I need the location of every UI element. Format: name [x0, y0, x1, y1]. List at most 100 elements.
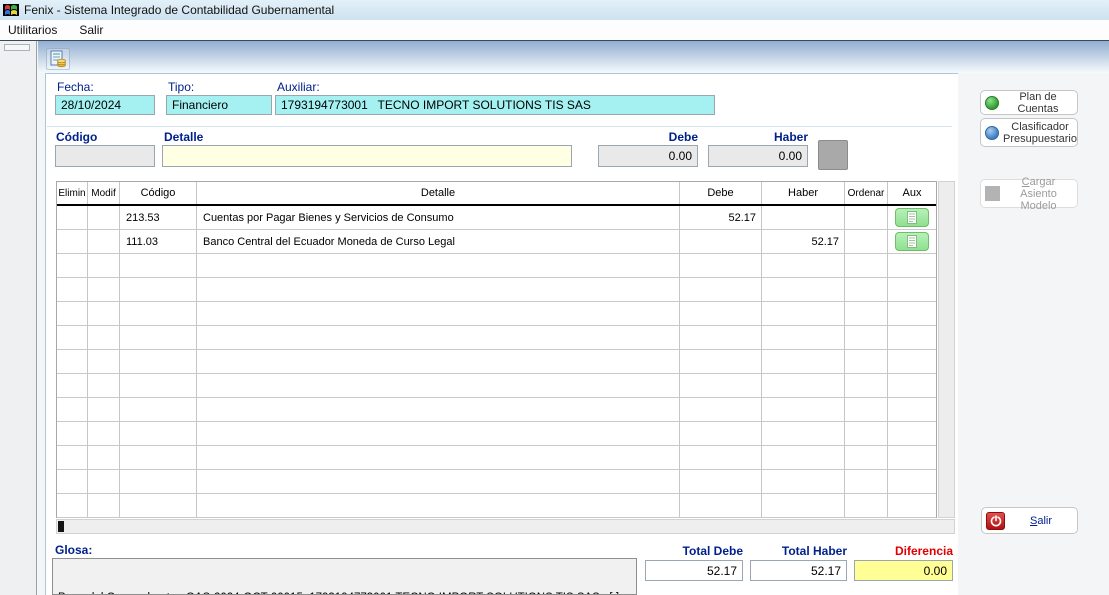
table-horizontal-scrollbar[interactable] [56, 519, 955, 534]
empty-cell[interactable] [88, 278, 120, 302]
empty-cell[interactable] [888, 374, 936, 398]
table-empty-row[interactable] [57, 446, 936, 470]
empty-cell[interactable] [88, 446, 120, 470]
empty-cell[interactable] [888, 470, 936, 494]
empty-cell[interactable] [197, 422, 680, 446]
table-empty-row[interactable] [57, 326, 936, 350]
haber-input[interactable]: 0.00 [708, 145, 808, 167]
empty-cell[interactable] [57, 494, 88, 518]
salir-button[interactable]: Salir [981, 507, 1078, 534]
empty-cell[interactable] [762, 422, 845, 446]
empty-cell[interactable] [845, 374, 888, 398]
table-empty-row[interactable] [57, 494, 936, 518]
empty-cell[interactable] [680, 470, 762, 494]
empty-cell[interactable] [680, 326, 762, 350]
empty-cell[interactable] [762, 470, 845, 494]
empty-cell[interactable] [845, 446, 888, 470]
empty-cell[interactable] [762, 302, 845, 326]
cell-elimin[interactable] [57, 230, 88, 254]
empty-cell[interactable] [120, 470, 197, 494]
empty-cell[interactable] [845, 422, 888, 446]
empty-cell[interactable] [680, 350, 762, 374]
empty-cell[interactable] [888, 302, 936, 326]
aux-button[interactable] [895, 232, 929, 251]
empty-cell[interactable] [680, 422, 762, 446]
empty-cell[interactable] [57, 302, 88, 326]
table-vertical-scrollbar[interactable] [938, 181, 955, 518]
empty-cell[interactable] [57, 254, 88, 278]
empty-cell[interactable] [120, 350, 197, 374]
cell-ordenar[interactable] [845, 230, 888, 254]
plan-de-cuentas-button[interactable]: Plan de Cuentas [980, 90, 1078, 115]
empty-cell[interactable] [88, 350, 120, 374]
empty-cell[interactable] [680, 494, 762, 518]
empty-cell[interactable] [197, 350, 680, 374]
debe-input[interactable]: 0.00 [598, 145, 698, 167]
empty-cell[interactable] [762, 398, 845, 422]
empty-cell[interactable] [57, 278, 88, 302]
detalle-input[interactable] [162, 145, 572, 167]
empty-cell[interactable] [197, 374, 680, 398]
auxiliar-input[interactable]: 1793194773001 TECNO IMPORT SOLUTIONS TIS… [275, 95, 715, 115]
empty-cell[interactable] [197, 398, 680, 422]
empty-cell[interactable] [762, 278, 845, 302]
empty-cell[interactable] [197, 326, 680, 350]
codigo-input[interactable] [55, 145, 155, 167]
empty-cell[interactable] [680, 254, 762, 278]
empty-cell[interactable] [57, 470, 88, 494]
empty-cell[interactable] [88, 374, 120, 398]
empty-cell[interactable] [888, 446, 936, 470]
empty-cell[interactable] [845, 398, 888, 422]
table-empty-row[interactable] [57, 398, 936, 422]
empty-cell[interactable] [88, 398, 120, 422]
table-empty-row[interactable] [57, 350, 936, 374]
empty-cell[interactable] [888, 326, 936, 350]
empty-cell[interactable] [888, 398, 936, 422]
empty-cell[interactable] [120, 278, 197, 302]
empty-cell[interactable] [762, 254, 845, 278]
empty-cell[interactable] [762, 494, 845, 518]
glosa-textarea[interactable]: Pago del Comprobante : GAS-2024-OCT-0001… [52, 558, 637, 595]
fecha-input[interactable]: 28/10/2024 [55, 95, 155, 115]
table-empty-row[interactable] [57, 374, 936, 398]
empty-cell[interactable] [888, 278, 936, 302]
empty-cell[interactable] [88, 302, 120, 326]
empty-cell[interactable] [197, 446, 680, 470]
empty-cell[interactable] [680, 446, 762, 470]
table-empty-row[interactable] [57, 422, 936, 446]
table-row[interactable]: 111.03 Banco Central del Ecuador Moneda … [57, 230, 936, 254]
empty-cell[interactable] [762, 350, 845, 374]
copy-voucher-button[interactable] [46, 48, 70, 70]
empty-cell[interactable] [120, 374, 197, 398]
cell-modif[interactable] [88, 206, 120, 230]
clasificador-presupuestario-button[interactable]: Clasificador Presupuestario [980, 118, 1078, 147]
empty-cell[interactable] [57, 398, 88, 422]
aux-button[interactable] [895, 208, 929, 227]
empty-cell[interactable] [888, 422, 936, 446]
empty-cell[interactable] [762, 446, 845, 470]
cell-modif[interactable] [88, 230, 120, 254]
empty-cell[interactable] [888, 254, 936, 278]
menu-utilitarios[interactable]: Utilitarios [8, 23, 57, 37]
empty-cell[interactable] [120, 446, 197, 470]
empty-cell[interactable] [57, 422, 88, 446]
empty-cell[interactable] [845, 254, 888, 278]
cell-ordenar[interactable] [845, 206, 888, 230]
empty-cell[interactable] [845, 278, 888, 302]
empty-cell[interactable] [845, 494, 888, 518]
empty-cell[interactable] [120, 254, 197, 278]
empty-cell[interactable] [88, 326, 120, 350]
empty-cell[interactable] [57, 374, 88, 398]
empty-cell[interactable] [57, 350, 88, 374]
empty-cell[interactable] [88, 254, 120, 278]
empty-cell[interactable] [120, 398, 197, 422]
table-empty-row[interactable] [57, 254, 936, 278]
empty-cell[interactable] [680, 398, 762, 422]
empty-cell[interactable] [120, 326, 197, 350]
cell-elimin[interactable] [57, 206, 88, 230]
empty-cell[interactable] [888, 350, 936, 374]
empty-cell[interactable] [197, 494, 680, 518]
table-empty-row[interactable] [57, 302, 936, 326]
empty-cell[interactable] [88, 494, 120, 518]
empty-cell[interactable] [197, 254, 680, 278]
